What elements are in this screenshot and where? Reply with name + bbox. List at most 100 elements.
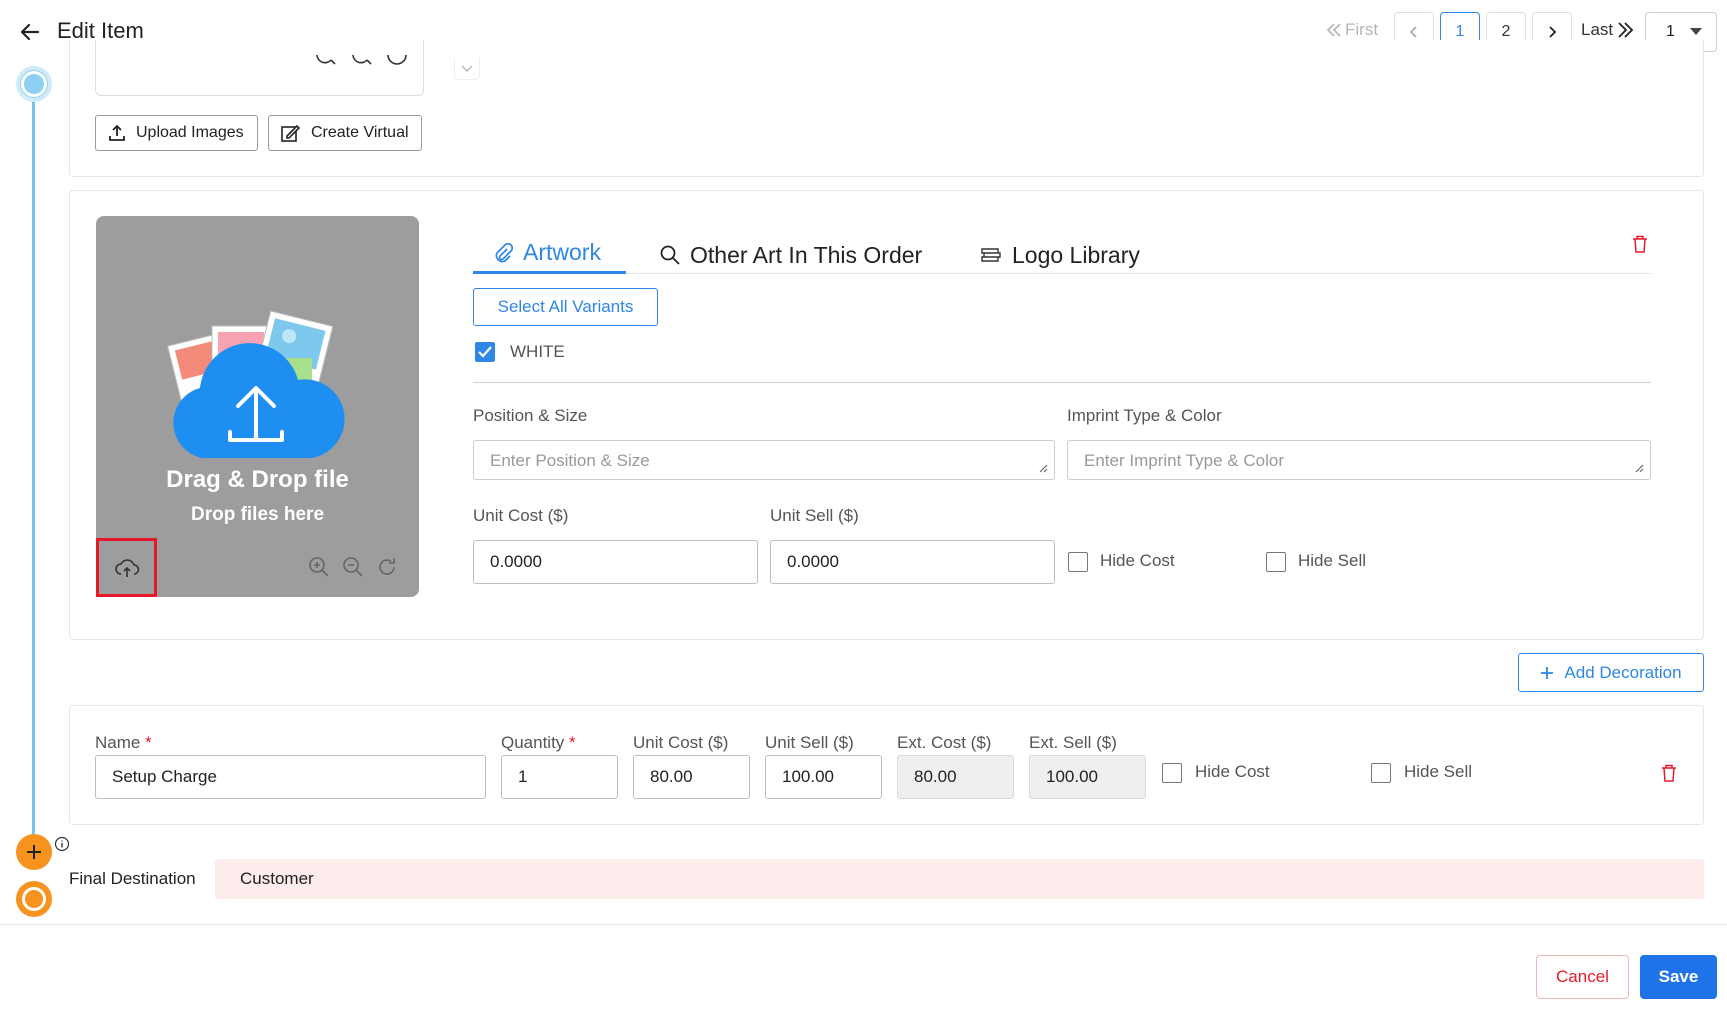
cloud-upload-button[interactable]	[96, 538, 157, 597]
cancel-button[interactable]: Cancel	[1536, 955, 1629, 999]
cloud-upload-icon	[114, 558, 139, 577]
required-mark: *	[569, 733, 576, 752]
rotate-icon[interactable]	[386, 55, 408, 69]
imprint-type-placeholder: Enter Imprint Type & Color	[1084, 451, 1284, 470]
zoom-out-icon[interactable]	[350, 55, 372, 69]
info-icon[interactable]	[54, 836, 70, 852]
pager-last-label: Last	[1581, 20, 1614, 39]
footer-bar	[0, 924, 1727, 1015]
dropzone-subtitle: Drop files here	[190, 504, 325, 525]
resize-grip-icon[interactable]	[1634, 463, 1644, 473]
upload-images-button[interactable]: Upload Images	[95, 115, 258, 151]
timeline-line	[32, 100, 35, 840]
upload-images-label: Upload Images	[136, 124, 244, 141]
trash-icon	[1633, 235, 1647, 253]
caret-down-icon	[1690, 28, 1702, 35]
charge-name-label: Name *	[95, 733, 152, 752]
charge-ext-cost-value: 80.00	[897, 755, 1014, 799]
dropzone-tools	[308, 556, 398, 578]
imprint-type-input[interactable]: Enter Imprint Type & Color	[1067, 440, 1651, 480]
charge-ext-cost-label: Ext. Cost ($)	[897, 733, 992, 752]
create-virtual-label: Create Virtual	[311, 124, 409, 141]
plus-icon	[27, 845, 41, 859]
variant-white-label: WHITE	[510, 342, 565, 361]
art-hide-sell-checkbox[interactable]	[1266, 552, 1286, 572]
timeline-add-button[interactable]	[16, 834, 52, 870]
zoom-in-icon[interactable]	[308, 556, 330, 578]
charge-quantity-label: Quantity *	[501, 733, 576, 752]
art-hide-cost-checkbox[interactable]	[1068, 552, 1088, 572]
paperclip-icon	[495, 242, 513, 262]
timeline-final-dot	[16, 881, 52, 917]
check-icon	[478, 346, 492, 358]
timeline-step-dot	[16, 66, 52, 102]
save-button[interactable]: Save	[1640, 955, 1717, 999]
art-hide-sell-label: Hide Sell	[1298, 551, 1367, 570]
charge-hide-cost-label: Hide Cost	[1195, 762, 1270, 781]
rotate-icon[interactable]	[376, 556, 398, 578]
trash-icon	[1662, 764, 1676, 782]
tab-logo-library-label: Logo Library	[1012, 241, 1140, 268]
tab-other-art-label: Other Art In This Order	[690, 241, 923, 268]
art-unit-sell-input[interactable]: 0.0000	[770, 540, 1055, 584]
artwork-dropzone[interactable]: Drag & Drop file Drop files here	[96, 216, 419, 597]
pager-first-button[interactable]: First	[1325, 20, 1378, 40]
final-destination-label: Final Destination	[69, 869, 196, 888]
double-chevron-right-icon	[1618, 22, 1634, 38]
zoom-in-icon[interactable]	[314, 55, 336, 69]
resize-grip-icon[interactable]	[1038, 463, 1048, 473]
edit-image-icon	[281, 124, 301, 142]
art-unit-cost-input[interactable]: 0.0000	[473, 540, 758, 584]
tab-other-art[interactable]: Other Art In This Order	[660, 236, 922, 274]
charge-ext-sell-value: 100.00	[1029, 755, 1146, 799]
charge-unit-sell-label: Unit Sell ($)	[765, 733, 854, 752]
tab-logo-library[interactable]: Logo Library	[980, 236, 1140, 274]
art-unit-sell-label: Unit Sell ($)	[770, 506, 859, 525]
zoom-out-icon[interactable]	[342, 556, 364, 578]
required-mark: *	[145, 733, 152, 752]
upload-icon	[109, 124, 125, 141]
dropzone-title: Drag & Drop file	[166, 466, 349, 493]
tab-artwork-label: Artwork	[523, 239, 601, 265]
select-all-variants-button[interactable]: Select All Variants	[473, 288, 658, 326]
charge-unit-cost-label: Unit Cost ($)	[633, 733, 729, 752]
add-decoration-label: Add Decoration	[1564, 662, 1682, 682]
plus-icon	[1541, 666, 1554, 679]
variants-divider	[473, 382, 1651, 383]
charge-hide-cost-checkbox[interactable]	[1162, 763, 1182, 783]
cloud-upload-illustration	[167, 310, 345, 458]
back-arrow-icon[interactable]	[18, 20, 42, 44]
add-decoration-button[interactable]: Add Decoration	[1518, 653, 1704, 692]
chevron-down-icon	[461, 65, 473, 72]
charge-hide-sell-label: Hide Sell	[1404, 762, 1473, 781]
charge-unit-sell-input[interactable]: 100.00	[765, 755, 882, 799]
books-icon	[981, 248, 1001, 262]
search-icon	[660, 245, 680, 265]
image-chevron-down[interactable]	[454, 58, 480, 80]
delete-charge-button[interactable]	[1661, 764, 1677, 782]
charge-unit-cost-input[interactable]: 80.00	[633, 755, 750, 799]
position-size-placeholder: Enter Position & Size	[490, 451, 650, 470]
double-chevron-left-icon	[1326, 23, 1341, 37]
artwork-tabs: Artwork Other Art In This Order Logo Lib…	[473, 236, 1651, 274]
tab-artwork[interactable]: Artwork	[473, 236, 626, 274]
final-destination-value[interactable]: Customer	[215, 859, 1704, 899]
charge-name-input[interactable]: Setup Charge	[95, 755, 486, 799]
variant-white-checkbox[interactable]	[475, 342, 495, 362]
position-size-input[interactable]: Enter Position & Size	[473, 440, 1055, 480]
position-size-label: Position & Size	[473, 406, 588, 425]
delete-decoration-button[interactable]	[1632, 235, 1648, 253]
page-select-value: 1	[1666, 23, 1675, 40]
art-hide-cost-label: Hide Cost	[1100, 551, 1175, 570]
image-preview-tools	[314, 55, 408, 69]
imprint-type-label: Imprint Type & Color	[1067, 406, 1222, 425]
charge-ext-sell-label: Ext. Sell ($)	[1029, 733, 1117, 752]
art-unit-cost-label: Unit Cost ($)	[473, 506, 569, 525]
pager-first-label: First	[1345, 20, 1379, 39]
charge-hide-sell-checkbox[interactable]	[1371, 763, 1391, 783]
chevron-left-icon	[1409, 26, 1417, 38]
chevron-right-icon	[1549, 26, 1557, 38]
charge-quantity-input[interactable]: 1	[501, 755, 618, 799]
create-virtual-button[interactable]: Create Virtual	[268, 115, 422, 151]
pager-last-button[interactable]: Last	[1581, 20, 1635, 40]
